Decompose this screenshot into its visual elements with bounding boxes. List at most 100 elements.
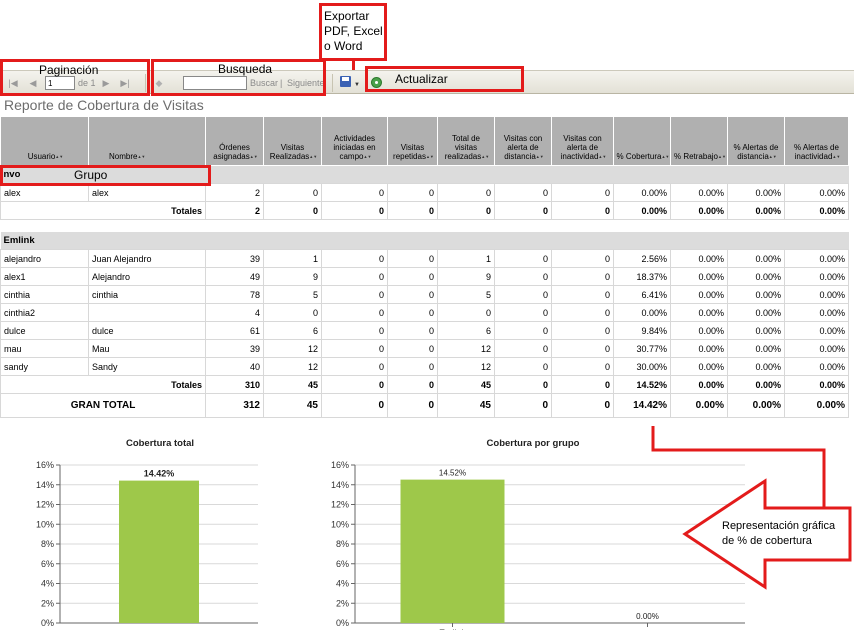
grand-total-row: GRAN TOTAL 312 45 0 0 45 0 0 14.42% 0.00% 0.00% 0.0… [0, 393, 849, 418]
column-header[interactable]: % Alertas de inactividad ▲▼ [784, 116, 849, 166]
column-header[interactable]: % Alertas de distancia ▲▼ [727, 116, 785, 166]
table-cell: 0.00% [670, 183, 728, 202]
table-row[interactable]: alex alex 2 0 0 0 0 0 0 0.00% 0.00% 0.00% 0.00% [0, 183, 849, 202]
sort-icon[interactable]: ▲▼ [364, 155, 372, 159]
table-cell: 0 [551, 267, 614, 286]
table-cell: 18.37% [613, 267, 671, 286]
column-header[interactable]: % Retrabajo ▲▼ [670, 116, 728, 166]
table-cell: 0 [387, 303, 438, 322]
table-row[interactable]: alex1 Alejandro 49 9 0 0 9 0 0 18.37% 0.00% 0.00% 0.… [0, 267, 849, 286]
totals-cell: 0 [494, 201, 552, 220]
grupo-annotation-label: Grupo [74, 168, 108, 182]
sort-icon[interactable]: ▲▼ [309, 155, 317, 159]
y-tick-label: 14% [36, 480, 54, 490]
column-header[interactable]: Actividades iniciadas en campo ▲▼ [321, 116, 388, 166]
y-tick-label: 14% [331, 480, 349, 490]
sort-icon[interactable]: ▲▼ [426, 155, 434, 159]
table-cell: 1 [437, 249, 495, 268]
group-header-row: Emlink [0, 231, 849, 250]
representacion-arrow [651, 426, 852, 590]
sort-icon[interactable]: ▲▼ [661, 155, 669, 159]
coverage-table: Usuario ▲▼ Nombre ▲▼ Órdenes asignadas ▲▼ V… [0, 116, 849, 418]
table-cell: 0.00% [727, 339, 785, 358]
actualizar-annotation-label: Actualizar [395, 72, 448, 86]
sort-icon[interactable]: ▲▼ [769, 155, 777, 159]
exportar-annotation-line3: o Word [324, 39, 363, 53]
y-tick-label: 10% [36, 519, 54, 529]
totals-cell: 0 [494, 375, 552, 394]
table-cell: 12 [437, 357, 495, 376]
sort-icon[interactable]: ▲▼ [250, 155, 258, 159]
column-header[interactable]: % Cobertura ▲▼ [613, 116, 671, 166]
table-row[interactable]: sandy Sandy 40 12 0 0 12 0 0 30.00% 0.00% 0.00% 0.00… [0, 357, 849, 376]
totals-cell: 2 [205, 201, 264, 220]
column-header[interactable]: Usuario ▲▼ [0, 116, 89, 166]
sort-icon[interactable]: ▲▼ [536, 155, 544, 159]
table-cell: 9.84% [613, 321, 671, 340]
totals-cell: 0.00% [784, 375, 849, 394]
table-cell: 5 [263, 285, 322, 304]
totals-cell: 45 [437, 375, 495, 394]
export-save-icon[interactable] [340, 76, 351, 87]
totals-label: Totales [0, 375, 206, 394]
table-cell: dulce [0, 321, 89, 340]
totals-cell: 45 [263, 375, 322, 394]
totals-cell: 0 [321, 375, 388, 394]
column-header[interactable]: Visitas con alerta de inactividad ▲▼ [551, 116, 614, 166]
sort-icon[interactable]: ▲▼ [137, 155, 145, 159]
exportar-annotation-line2: PDF, Excel [324, 24, 383, 38]
column-header[interactable]: Nombre ▲▼ [88, 116, 206, 166]
table-cell: alex [0, 183, 89, 202]
column-header[interactable]: Visitas repetidas ▲▼ [387, 116, 438, 166]
table-cell: 0.00% [784, 183, 849, 202]
toolbar-separator [332, 74, 333, 92]
table-cell: 40 [205, 357, 264, 376]
table-row[interactable]: dulce dulce 61 6 0 0 6 0 0 9.84% 0.00% 0.00% 0.00% [0, 321, 849, 340]
table-cell: 0.00% [784, 303, 849, 322]
table-cell: 4 [205, 303, 264, 322]
table-row[interactable]: mau Mau 39 12 0 0 12 0 0 30.77% 0.00% 0.00% 0.00% [0, 339, 849, 358]
export-dropdown-icon[interactable]: ▼ [352, 79, 362, 91]
column-header[interactable]: Órdenes asignadas ▲▼ [205, 116, 264, 166]
table-cell: 0 [321, 183, 388, 202]
y-tick-label: 6% [41, 559, 54, 569]
column-header[interactable]: Visitas Realizadas ▲▼ [263, 116, 322, 166]
table-cell: 0.00% [613, 303, 671, 322]
spacer-row [0, 219, 849, 232]
sort-icon[interactable]: ▲▼ [718, 155, 726, 159]
table-row[interactable]: cinthia2 4 0 0 0 0 0 0 0.00% 0.00% 0.00% 0.00% [0, 303, 849, 322]
totals-cell: 0 [437, 201, 495, 220]
table-cell: 9 [437, 267, 495, 286]
table-cell: alex [88, 183, 206, 202]
column-header-label: Total de visitas realizadas [444, 134, 482, 161]
table-header-row: Usuario ▲▼ Nombre ▲▼ Órdenes asignadas ▲▼ V… [0, 116, 849, 166]
table-cell: 0 [321, 357, 388, 376]
table-cell: cinthia2 [0, 303, 89, 322]
table-cell: 0.00% [784, 249, 849, 268]
sort-icon[interactable]: ▲▼ [55, 155, 63, 159]
table-cell: 6 [263, 321, 322, 340]
table-cell: 5 [437, 285, 495, 304]
y-tick-label: 10% [331, 519, 349, 529]
table-cell: 61 [205, 321, 264, 340]
table-cell: sandy [0, 357, 89, 376]
column-header-label: Visitas Realizadas [269, 143, 310, 161]
sort-icon[interactable]: ▲▼ [832, 155, 840, 159]
y-tick-label: 4% [41, 579, 54, 589]
column-header[interactable]: Visitas con alerta de distancia ▲▼ [494, 116, 552, 166]
table-cell: 0 [494, 183, 552, 202]
table-cell: 0.00% [784, 267, 849, 286]
table-cell: 0 [263, 303, 322, 322]
table-cell: 0 [551, 357, 614, 376]
table-row[interactable]: alejandro Juan Alejandro 39 1 0 0 1 0 0 2.56% 0.00… [0, 249, 849, 268]
busqueda-annotation-label: Busqueda [218, 62, 273, 76]
sort-icon[interactable]: ▲▼ [481, 155, 489, 159]
paginacion-annotation-label: Paginación [39, 63, 99, 77]
sort-icon[interactable]: ▲▼ [598, 155, 606, 159]
column-header[interactable]: Total de visitas realizadas ▲▼ [437, 116, 495, 166]
column-header-label: Visitas repetidas [393, 143, 426, 161]
table-cell: 0 [494, 357, 552, 376]
table-cell: Alejandro [88, 267, 206, 286]
y-tick-label: 8% [336, 539, 349, 549]
table-row[interactable]: cinthia cinthia 78 5 0 0 5 0 0 6.41% 0.00% 0.00% 0.0… [0, 285, 849, 304]
